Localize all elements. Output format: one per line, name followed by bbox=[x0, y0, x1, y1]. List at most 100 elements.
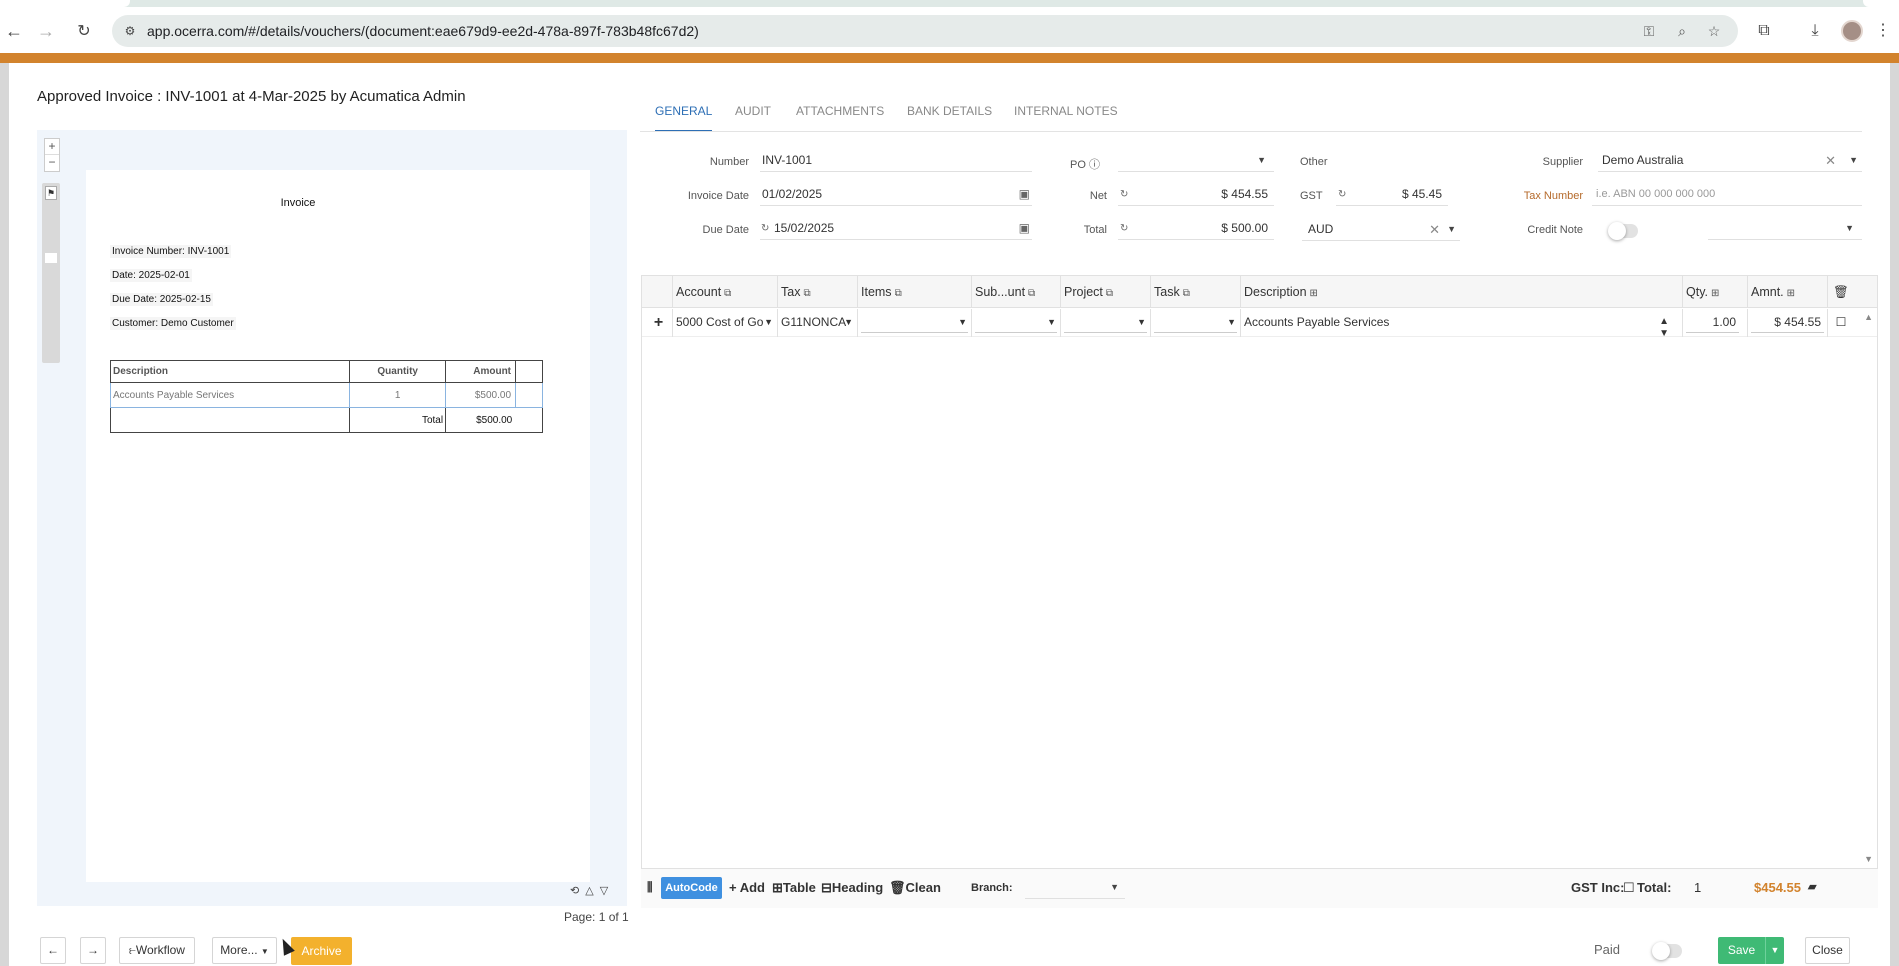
gst-inc-checkbox[interactable]: ☐ bbox=[1623, 880, 1635, 896]
row-checkbox[interactable]: ☐ bbox=[1827, 309, 1851, 337]
scroll-down-icon[interactable]: ▼ bbox=[1864, 854, 1873, 864]
chevron-down-icon[interactable]: ▼ bbox=[844, 309, 853, 336]
tax-number-placeholder[interactable]: i.e. ABN 00 000 000 000 bbox=[1596, 184, 1715, 205]
prev-button[interactable]: ← bbox=[40, 937, 66, 964]
gst-value[interactable]: $ 45.45 bbox=[1402, 184, 1442, 205]
toggle-knob[interactable] bbox=[1652, 942, 1670, 960]
supplier-value[interactable]: Demo Australia bbox=[1602, 150, 1683, 171]
col-task[interactable]: Task ⧉ bbox=[1150, 276, 1240, 308]
close-button[interactable]: Close bbox=[1805, 937, 1850, 964]
chevron-down-icon[interactable]: ▼ bbox=[1845, 218, 1854, 239]
po-select[interactable]: ▼ bbox=[1118, 150, 1274, 172]
forward-button[interactable]: → bbox=[32, 17, 60, 45]
copy-icon[interactable]: ⧉ bbox=[895, 288, 902, 299]
col-items[interactable]: Items ⧉ bbox=[857, 276, 971, 308]
resize-icon[interactable]: ▲ ▼ bbox=[1659, 316, 1669, 337]
add-row-button[interactable]: + bbox=[642, 309, 672, 337]
tab-internal-notes[interactable]: INTERNAL NOTES bbox=[1014, 100, 1118, 132]
amount-value[interactable]: $ 454.55 bbox=[1774, 315, 1821, 329]
autocode-button[interactable]: AutoCode bbox=[661, 877, 722, 899]
columns-icon[interactable]: ⫼ bbox=[647, 880, 653, 895]
col-account[interactable]: Account ⧉ bbox=[672, 276, 777, 308]
clear-icon[interactable]: ✕ bbox=[1825, 150, 1836, 171]
tab-attachments[interactable]: ATTACHMENTS bbox=[796, 100, 884, 132]
zoom-in-button[interactable]: + bbox=[45, 139, 59, 155]
bookmark-star-icon[interactable]: ☆ bbox=[1705, 22, 1723, 40]
zoom-icon[interactable]: ⌕ bbox=[1673, 22, 1691, 40]
other-field[interactable] bbox=[1296, 150, 1448, 172]
chevron-down-icon[interactable]: ▼ bbox=[1137, 309, 1146, 336]
preview-scrollbar[interactable]: ⚑ bbox=[42, 183, 60, 363]
gst-field[interactable]: ↻ $ 45.45 bbox=[1336, 184, 1448, 206]
download-icon[interactable]: ⤓ bbox=[1805, 21, 1825, 41]
tax-number-field[interactable]: i.e. ABN 00 000 000 000 bbox=[1592, 184, 1862, 206]
number-field[interactable]: INV-1001 bbox=[760, 150, 1032, 172]
total-value[interactable]: $ 500.00 bbox=[1221, 218, 1268, 239]
copy-icon[interactable]: ⧉ bbox=[1183, 288, 1190, 299]
description-input[interactable]: Accounts Payable Services ▲ ▼ bbox=[1240, 309, 1671, 337]
account-select[interactable]: 5000 Cost of Go ▼ bbox=[672, 309, 777, 337]
reload-button[interactable]: ↻ bbox=[70, 17, 98, 45]
archive-button[interactable]: Archive bbox=[291, 937, 352, 965]
expand-icon[interactable]: ⊞ bbox=[1787, 288, 1795, 299]
net-value[interactable]: $ 454.55 bbox=[1221, 184, 1268, 205]
add-line-button[interactable]: + Add bbox=[729, 880, 765, 895]
tab-general[interactable]: GENERAL bbox=[655, 100, 713, 132]
copy-icon[interactable]: ⧉ bbox=[803, 288, 810, 299]
col-subunit[interactable]: Sub...unt ⧉ bbox=[971, 276, 1060, 308]
number-value[interactable]: INV-1001 bbox=[762, 150, 812, 171]
col-qty[interactable]: Qty. ⊞ bbox=[1682, 276, 1742, 308]
menu-icon[interactable]: ⋮ bbox=[1873, 21, 1893, 41]
copy-icon[interactable]: ⧉ bbox=[724, 288, 731, 299]
subunit-select[interactable]: ▼ bbox=[971, 309, 1060, 337]
total-field[interactable]: ↻ $ 500.00 bbox=[1118, 218, 1274, 240]
tab-audit[interactable]: AUDIT bbox=[735, 100, 771, 132]
chevron-down-icon[interactable]: ▼ bbox=[1765, 937, 1784, 964]
expand-icon[interactable]: ⊞ bbox=[1310, 288, 1318, 299]
chevron-down-icon[interactable]: ▼ bbox=[1110, 877, 1119, 898]
currency-value[interactable]: AUD bbox=[1308, 219, 1333, 240]
refresh-icon[interactable]: ↻ bbox=[1120, 184, 1128, 205]
tax-select[interactable]: G11NONCA ▼ bbox=[777, 309, 857, 337]
url-text[interactable]: app.ocerra.com/#/details/vouchers/(docum… bbox=[147, 23, 699, 39]
chevron-down-icon[interactable]: ▼ bbox=[1447, 219, 1456, 240]
branch-select[interactable]: ▼ bbox=[1025, 877, 1125, 899]
invoice-date-value[interactable]: 01/02/2025 bbox=[762, 184, 822, 205]
chevron-down-icon[interactable]: ▼ bbox=[1047, 309, 1056, 336]
refresh-icon[interactable]: ↻ bbox=[761, 218, 769, 239]
account-value[interactable]: 5000 Cost of Go bbox=[676, 315, 763, 329]
profile-avatar[interactable] bbox=[1841, 20, 1863, 42]
clear-icon[interactable]: ✕ bbox=[1429, 219, 1440, 240]
credit-note-toggle[interactable] bbox=[1608, 222, 1638, 240]
key-icon[interactable]: ⚿ bbox=[1640, 22, 1658, 40]
paid-toggle[interactable] bbox=[1652, 942, 1682, 960]
chevron-down-icon[interactable]: ▼ bbox=[1257, 150, 1266, 171]
next-button[interactable]: → bbox=[80, 937, 106, 964]
save-button[interactable]: Save ▼ bbox=[1718, 937, 1784, 964]
col-description[interactable]: Description ⊞ bbox=[1240, 276, 1671, 308]
scroll-up-icon[interactable]: ▲ bbox=[1864, 312, 1873, 322]
site-info-icon[interactable]: ⚙ bbox=[122, 23, 138, 39]
prev-page-icon[interactable]: △ bbox=[585, 885, 599, 897]
calendar-icon[interactable]: ▣ bbox=[1019, 184, 1030, 205]
credit-note-select[interactable]: ▼ bbox=[1708, 218, 1862, 240]
scroll-thumb[interactable] bbox=[45, 253, 57, 263]
col-amount[interactable]: Amnt. ⊞ bbox=[1747, 276, 1827, 308]
back-button[interactable]: ← bbox=[0, 17, 28, 45]
next-page-icon[interactable]: ▽ bbox=[600, 885, 614, 897]
currency-select[interactable]: AUD ✕ ▼ bbox=[1302, 219, 1460, 241]
chevron-down-icon[interactable]: ▼ bbox=[958, 309, 967, 336]
chevron-down-icon[interactable]: ▼ bbox=[1227, 309, 1236, 336]
more-button[interactable]: More... ▼ bbox=[212, 937, 277, 964]
workflow-button[interactable]: ⥼Workflow bbox=[119, 937, 195, 964]
delete-all-icon[interactable]: 🗑 bbox=[1827, 276, 1851, 308]
chevron-down-icon[interactable]: ▼ bbox=[1849, 150, 1858, 171]
supplier-select[interactable]: Demo Australia ✕ ▼ bbox=[1598, 150, 1862, 172]
col-tax[interactable]: Tax ⧉ bbox=[777, 276, 857, 308]
due-date-value[interactable]: 15/02/2025 bbox=[774, 218, 834, 239]
tax-value[interactable]: G11NONCA bbox=[781, 315, 846, 329]
task-select[interactable]: ▼ bbox=[1150, 309, 1240, 337]
copy-icon[interactable]: ⧉ bbox=[1106, 288, 1113, 299]
net-field[interactable]: ↻ $ 454.55 bbox=[1118, 184, 1274, 206]
col-project[interactable]: Project ⧉ bbox=[1060, 276, 1150, 308]
